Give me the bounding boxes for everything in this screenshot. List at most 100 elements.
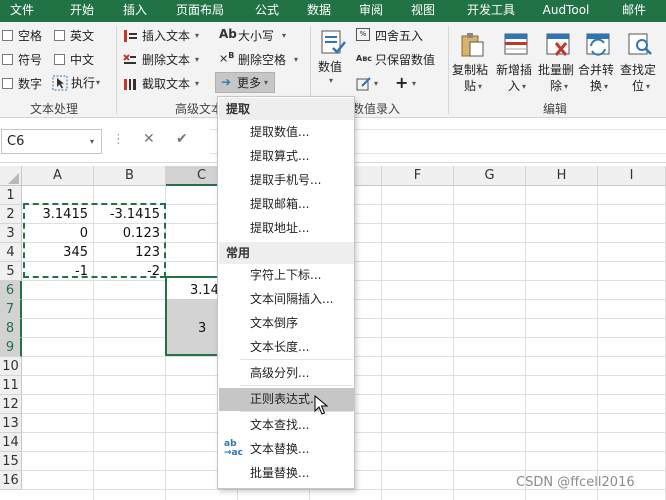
checkbox-english-label: 英文 xyxy=(70,29,95,43)
row-header-2[interactable]: 2 xyxy=(0,205,22,224)
row-header-16[interactable]: 16 xyxy=(0,471,22,490)
name-box-value: C6 xyxy=(7,134,25,149)
case-icon: Ab xyxy=(219,27,237,41)
tab-page-layout[interactable]: 页面布局 xyxy=(164,0,236,22)
row-header-12[interactable]: 12 xyxy=(0,395,22,414)
row-header-8[interactable]: 8 xyxy=(0,319,22,338)
menu-item-extract-address[interactable]: 提取地址... xyxy=(219,217,354,240)
tab-insert[interactable]: 插入 xyxy=(112,0,158,22)
merge-convert-button[interactable]: 合并转 换 ▾ xyxy=(578,26,618,96)
insert-text-label: 插入文本 xyxy=(142,29,191,43)
round-button[interactable]: % 四舍五入 xyxy=(356,27,446,45)
checkbox-space[interactable] xyxy=(2,30,13,41)
merge-convert-label-1: 合并转 xyxy=(578,63,615,77)
cell-c8[interactable]: 3 xyxy=(198,318,218,339)
find-locate-button[interactable]: 查找定 位 ▾ xyxy=(620,26,662,96)
menu-item-extract-email[interactable]: 提取邮箱... xyxy=(219,193,354,216)
row-header-14[interactable]: 14 xyxy=(0,433,22,452)
add-number-button[interactable]: + ▾ xyxy=(394,73,418,93)
copy-paste-button[interactable]: 复制粘 贴 ▾ xyxy=(452,26,492,96)
insert-new-button[interactable]: 新增插 入 ▾ xyxy=(496,26,536,96)
case-label: 大小写 xyxy=(238,29,275,43)
case-button[interactable]: Ab 大小写 ▾ xyxy=(218,27,308,45)
select-all-corner[interactable] xyxy=(0,166,22,186)
row-header-3[interactable]: 3 xyxy=(0,224,22,243)
cell-b5[interactable]: -2 xyxy=(94,261,166,282)
cell-b3[interactable]: 0.123 xyxy=(94,223,166,244)
row-header-10[interactable]: 10 xyxy=(0,357,22,376)
tab-review[interactable]: 审阅 xyxy=(348,0,394,22)
find-locate-label-2: 位 xyxy=(632,79,645,93)
tab-mail[interactable]: 邮件 xyxy=(612,0,656,22)
number-button[interactable]: 数值 ▾ xyxy=(316,26,350,92)
merge-convert-label-2: 换 xyxy=(590,79,603,93)
menu-item-extract-number[interactable]: 提取数值... xyxy=(219,121,354,144)
checkbox-number[interactable] xyxy=(2,78,13,89)
cell-b2[interactable]: -3.1415 xyxy=(94,204,166,225)
cell-a5[interactable]: -1 xyxy=(22,261,94,282)
cell-c6[interactable]: 3.14 xyxy=(190,280,218,301)
row-header-5[interactable]: 5 xyxy=(0,262,22,281)
row-header-15[interactable]: 15 xyxy=(0,452,22,471)
row-header-9[interactable]: 9 xyxy=(0,338,22,357)
tab-developer[interactable]: 开发工具 xyxy=(456,0,526,22)
execute-button[interactable]: 执行 ▾ xyxy=(52,74,112,92)
row-header-7[interactable]: 7 xyxy=(0,300,22,319)
name-box-dropdown-icon[interactable]: ▾ xyxy=(90,137,94,146)
name-box[interactable]: C6 ▾ xyxy=(1,129,102,154)
menu-item-replace-text[interactable]: ab →ac 文本替换... xyxy=(219,438,354,461)
extract-text-button[interactable]: 截取文本 ▾ xyxy=(122,75,212,93)
cell-a2[interactable]: 3.1415 xyxy=(22,204,94,225)
delete-text-button[interactable]: 删除文本 ▾ xyxy=(122,51,212,69)
column-header-h[interactable]: H xyxy=(526,166,598,186)
more-label: 更多 xyxy=(237,76,262,90)
checkbox-symbol[interactable] xyxy=(2,54,13,65)
cell-a3[interactable]: 0 xyxy=(22,223,94,244)
row-header-6[interactable]: 6 xyxy=(0,281,22,300)
row-header-13[interactable]: 13 xyxy=(0,414,22,433)
batch-delete-button[interactable]: 批量删 除 ▾ xyxy=(538,26,578,96)
delete-space-icon: ✕B xyxy=(219,51,235,66)
tab-formulas[interactable]: 公式 xyxy=(244,0,290,22)
add-caret-icon: ▾ xyxy=(412,79,417,88)
insert-text-button[interactable]: 插入文本 ▾ xyxy=(122,27,212,45)
menu-item-interval-insert[interactable]: 文本间隔插入... xyxy=(219,288,354,311)
enter-icon[interactable]: ✔ xyxy=(176,131,188,147)
menu-item-reverse-text[interactable]: 文本倒序 xyxy=(219,312,354,335)
tab-home[interactable]: 开始 xyxy=(54,0,110,22)
tab-file[interactable]: 文件 xyxy=(0,0,44,22)
menu-item-extract-formula[interactable]: 提取算式... xyxy=(219,145,354,168)
number-caret-icon: ▾ xyxy=(329,76,334,85)
delete-space-button[interactable]: ✕B 删除空格 ▾ xyxy=(218,51,328,69)
gridline-vertical xyxy=(525,186,526,500)
cancel-icon[interactable]: ✕ xyxy=(143,131,155,147)
cell-a4[interactable]: 345 xyxy=(22,242,94,263)
menu-item-regex[interactable]: 正则表达式... xyxy=(219,388,354,411)
column-header-b[interactable]: B xyxy=(94,166,166,186)
more-button[interactable]: ➔ 更多 ▾ xyxy=(215,72,275,93)
batch-delete-label-2: 除 xyxy=(550,79,563,93)
column-header-f[interactable]: F xyxy=(382,166,454,186)
column-header-i[interactable]: I xyxy=(598,166,666,186)
tab-audtool[interactable]: AudTool xyxy=(534,0,598,22)
ribbon-tab-bar: 文件 开始 插入 页面布局 公式 数据 审阅 视图 开发工具 AudTool 邮… xyxy=(0,0,666,22)
row-header-1[interactable]: 1 xyxy=(0,186,22,205)
menu-item-text-length[interactable]: 文本长度... xyxy=(219,336,354,359)
menu-item-extract-phone[interactable]: 提取手机号... xyxy=(219,169,354,192)
tab-data[interactable]: 数据 xyxy=(296,0,342,22)
column-header-g[interactable]: G xyxy=(454,166,526,186)
case-caret-icon: ▾ xyxy=(282,31,287,40)
cell-b4[interactable]: 123 xyxy=(94,242,166,263)
menu-item-batch-replace[interactable]: 批量替换... xyxy=(219,462,354,485)
row-header-11[interactable]: 11 xyxy=(0,376,22,395)
menu-item-super-subscript[interactable]: 字符上下标... xyxy=(219,264,354,287)
column-header-a[interactable]: A xyxy=(22,166,94,186)
menu-item-find-text[interactable]: 文本查找... xyxy=(219,414,354,437)
checkbox-english[interactable] xyxy=(54,30,65,41)
row-header-4[interactable]: 4 xyxy=(0,243,22,262)
checkbox-chinese[interactable] xyxy=(54,54,65,65)
keep-number-button[interactable]: Aʙᴄ 只保留数值 xyxy=(356,51,446,69)
menu-item-advanced-split[interactable]: 高级分列... xyxy=(219,362,354,385)
tab-view[interactable]: 视图 xyxy=(400,0,446,22)
edit-number-button[interactable]: ▾ xyxy=(356,75,380,93)
